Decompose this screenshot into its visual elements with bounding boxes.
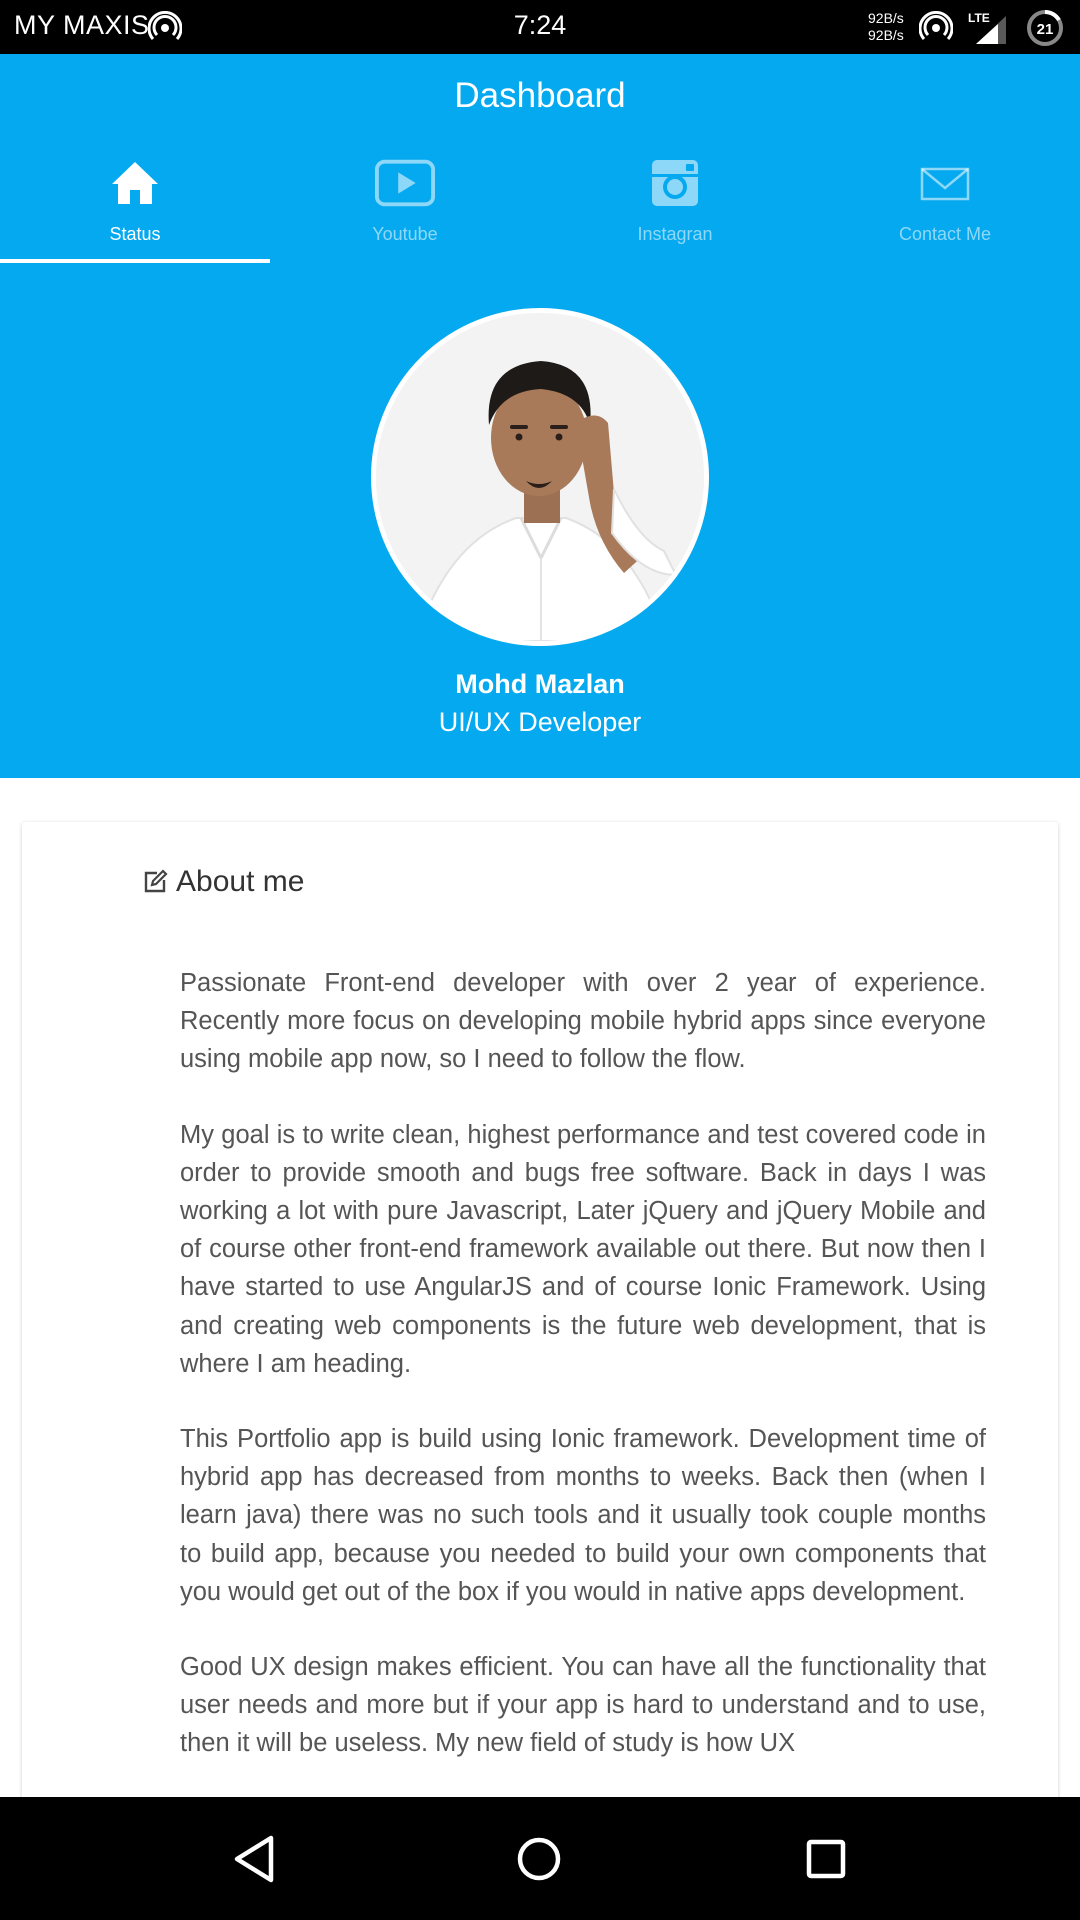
screen: MY MAXIS 7:24 92B/s 92B/s LTE 21 Dashboa… <box>0 0 1080 1920</box>
tab-label: Instagran <box>637 224 713 244</box>
home-circle-icon[interactable] <box>513 1833 565 1885</box>
signal-icon: LTE <box>968 11 1006 44</box>
recents-icon[interactable] <box>800 1833 852 1885</box>
profile-name: Mohd Mazlan <box>455 669 625 699</box>
page-title: Dashboard <box>454 76 626 115</box>
status-bar: MY MAXIS 7:24 92B/s 92B/s LTE 21 <box>0 0 1080 54</box>
system-nav-bar <box>0 1797 1080 1920</box>
tab-youtube[interactable]: Youtube <box>270 154 540 316</box>
speed-up: 92B/s <box>868 10 904 26</box>
network-type: LTE <box>968 11 990 25</box>
profile-photo <box>376 313 704 641</box>
instagram-icon <box>652 160 698 206</box>
tab-instagram[interactable]: Instagran <box>540 154 810 316</box>
hotspot-icon <box>919 11 953 40</box>
about-paragraph: My goal is to write clean, highest perfo… <box>180 1120 986 1378</box>
speed-down: 92B/s <box>868 27 904 43</box>
card-title: About me <box>176 865 305 898</box>
youtube-icon <box>374 159 436 207</box>
home-icon <box>112 162 158 204</box>
profile-role: UI/UX Developer <box>438 707 642 737</box>
about-card: About me Passionate Front-end developer … <box>22 822 1058 1822</box>
avatar <box>371 308 709 646</box>
tab-status[interactable]: Status <box>0 154 270 316</box>
tab-contact-me[interactable]: Contact Me <box>810 154 1080 316</box>
battery-icon: 21 <box>1027 9 1063 46</box>
card-header: About me <box>142 862 304 902</box>
about-paragraph: Passionate Front-end developer with over… <box>180 969 986 1074</box>
about-text: Passionate Front-end developer with over… <box>180 964 986 1800</box>
tab-label: Contact Me <box>898 224 992 244</box>
about-paragraph: Good UX design makes efficient. You can … <box>180 1653 986 1758</box>
about-paragraph: This Portfolio app is build using Ionic … <box>180 1425 986 1606</box>
back-icon[interactable] <box>229 1833 281 1885</box>
mail-icon <box>920 167 970 201</box>
hotspot-icon <box>148 11 182 40</box>
app-header: Dashboard Status Youtube Instagran Conta… <box>0 54 1080 778</box>
tab-label: Status <box>109 224 161 244</box>
carrier-name: MY MAXIS <box>14 10 150 40</box>
tab-label: Youtube <box>372 224 438 244</box>
network-speed: 92B/s 92B/s <box>868 10 904 44</box>
active-tab-indicator <box>0 259 270 263</box>
tab-bar: Status Youtube Instagran Contact Me <box>0 154 1080 316</box>
battery-level: 21 <box>1037 21 1054 38</box>
edit-icon <box>144 869 168 893</box>
